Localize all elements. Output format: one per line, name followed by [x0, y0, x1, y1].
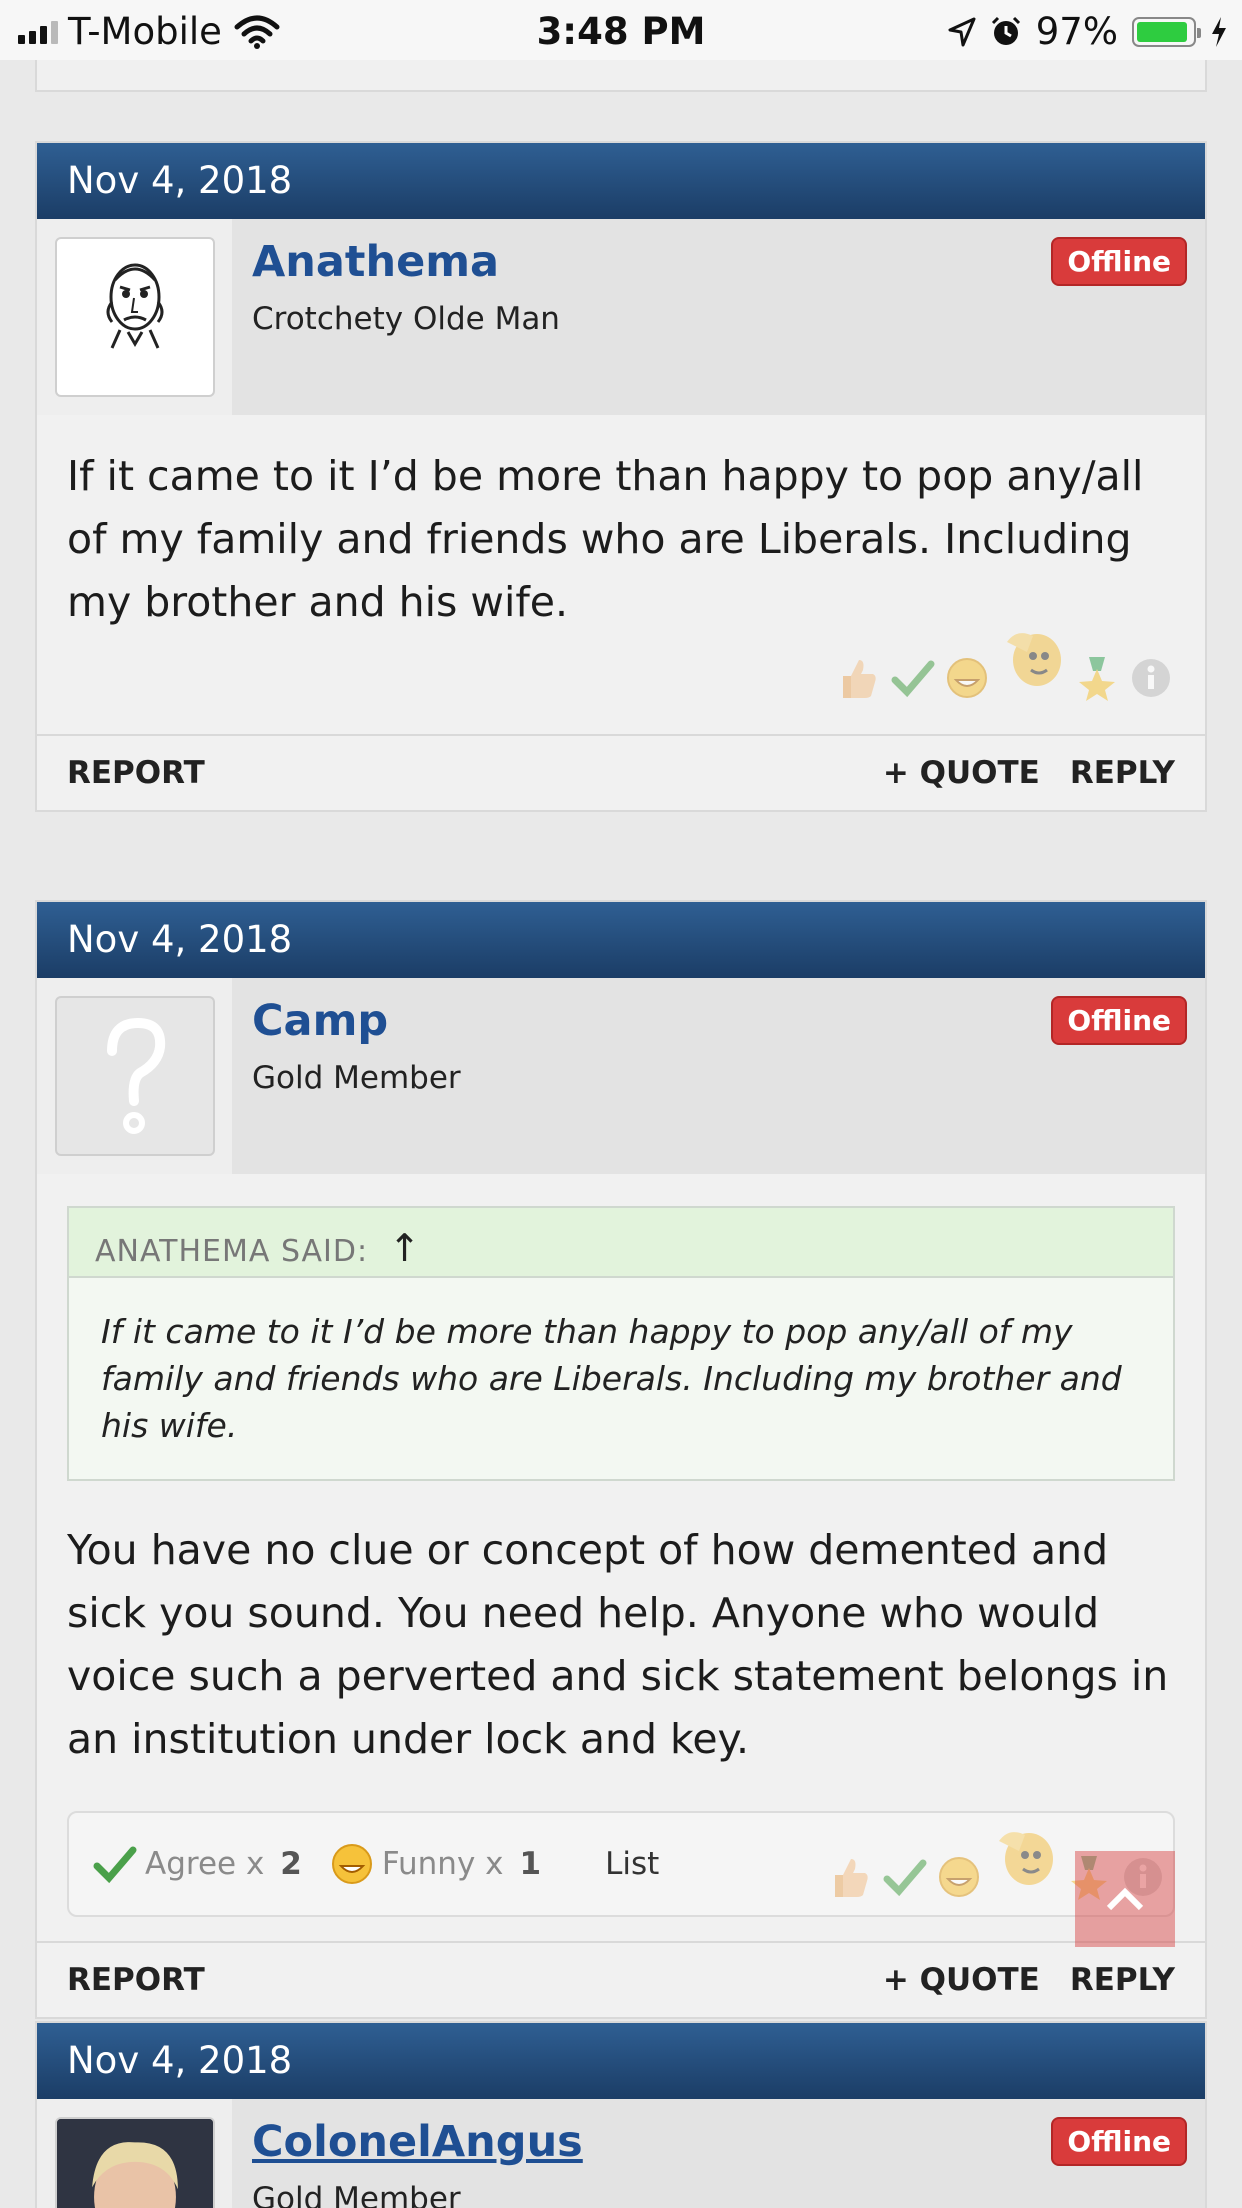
post: Nov 4, 2018 Camp Gold Member Offline ANA… [35, 900, 1207, 2019]
info-icon[interactable] [1127, 654, 1175, 702]
reaction-list-link[interactable]: List [605, 1846, 659, 1882]
status-badge: Offline [1051, 2117, 1187, 2166]
user-title: Gold Member [252, 2181, 461, 2208]
grin-icon [331, 1844, 372, 1884]
funny-label: Funny x [381, 1846, 504, 1882]
avatar[interactable] [54, 237, 215, 397]
agree-count: 2 [280, 1846, 302, 1882]
clap-icon[interactable] [989, 1821, 1059, 1891]
user-title: Gold Member [252, 1060, 461, 1096]
funny-summary[interactable]: Funny x 1 [330, 1842, 541, 1886]
username-link[interactable]: ColonelAngus [252, 2117, 583, 2167]
check-icon[interactable] [881, 1853, 929, 1901]
thumbs-up-icon[interactable] [835, 654, 883, 702]
post-message: If it came to it I’d be more than happy … [67, 452, 1144, 626]
user-info: ColonelAngus Gold Member [232, 2099, 603, 2208]
report-link[interactable]: REPORT [67, 1962, 205, 1998]
post-footer: REPORT + QUOTE REPLY [37, 1941, 1205, 2017]
user-info: Anathema Crotchety Olde Man [232, 219, 580, 415]
post-user-header: Anathema Crotchety Olde Man Offline [37, 219, 1205, 415]
status-bar: T-Mobile 3:48 PM 97% [0, 0, 1242, 60]
reaction-row [37, 633, 1205, 734]
agree-label: Agree x [145, 1846, 265, 1882]
grin-icon[interactable] [943, 654, 991, 702]
alarm-icon [991, 16, 1020, 45]
grin-icon[interactable] [935, 1853, 983, 1901]
post: Nov 4, 2018 ColonelAngus Gold Member Off… [35, 2021, 1207, 2208]
avatar-cell [37, 219, 232, 415]
medal-star-icon[interactable] [1073, 654, 1121, 702]
status-badge: Offline [1051, 237, 1187, 286]
clap-icon[interactable] [997, 622, 1067, 692]
chevron-up-icon [1106, 1887, 1144, 1911]
avatar-cell [37, 2099, 232, 2208]
quote-header: ANATHEMA SAID: ↑ [69, 1208, 1173, 1278]
quote-text: If it came to it I’d be more than happy … [101, 1312, 1122, 1445]
grumpy-old-man-avatar-icon [106, 263, 163, 349]
quote-button[interactable]: + QUOTE [883, 1962, 1040, 1998]
battery-icon [1132, 16, 1201, 47]
post-date: Nov 4, 2018 [37, 902, 1205, 978]
reply-button[interactable]: REPLY [1070, 1962, 1175, 1998]
username-link[interactable]: Camp [252, 996, 461, 1046]
status-badge: Offline [1051, 996, 1187, 1045]
funny-count: 1 [519, 1846, 542, 1882]
reactions-summary: Agree x 2 Funny x 1 List [67, 1811, 1175, 1947]
post-user-header: ColonelAngus Gold Member Offline [37, 2099, 1205, 2208]
user-title: Crotchety Olde Man [252, 301, 560, 337]
avatar-cell [37, 978, 232, 1174]
avatar[interactable] [54, 2117, 215, 2208]
scroll-to-top-button[interactable] [1075, 1851, 1175, 1947]
post-date: Nov 4, 2018 [37, 143, 1205, 219]
status-right: 97% [948, 10, 1228, 53]
quote-attribution: ANATHEMA SAID: [95, 1234, 369, 1269]
report-link[interactable]: REPORT [67, 755, 205, 791]
battery-percent: 97% [1035, 10, 1118, 53]
thumbs-up-icon[interactable] [827, 1853, 875, 1901]
quote-button[interactable]: + QUOTE [883, 755, 1040, 791]
question-mark-icon [106, 1017, 165, 1134]
user-info: Camp Gold Member [232, 978, 481, 1174]
username-link[interactable]: Anathema [252, 237, 560, 287]
post: Nov 4, 2018 Anathema Crotchety Olde Man … [35, 141, 1207, 812]
location-arrow-icon [948, 17, 976, 46]
reaction-bar [835, 622, 1175, 702]
post-date: Nov 4, 2018 [37, 2023, 1205, 2099]
user-photo-icon [56, 2119, 213, 2208]
check-icon[interactable] [889, 654, 937, 702]
charging-bolt-icon [1212, 16, 1226, 47]
quote-block: ANATHEMA SAID: ↑ If it came to it I’d be… [67, 1206, 1175, 1481]
post-message: You have no clue or concept of how demen… [67, 1526, 1169, 1763]
post-footer: REPORT + QUOTE REPLY [37, 734, 1205, 810]
agree-summary[interactable]: Agree x 2 [93, 1844, 302, 1884]
reply-button[interactable]: REPLY [1070, 755, 1175, 791]
jump-to-quote-arrow-icon[interactable]: ↑ [389, 1226, 422, 1270]
post-user-header: Camp Gold Member Offline [37, 978, 1205, 1174]
check-icon [93, 1846, 137, 1884]
avatar[interactable] [54, 996, 215, 1156]
